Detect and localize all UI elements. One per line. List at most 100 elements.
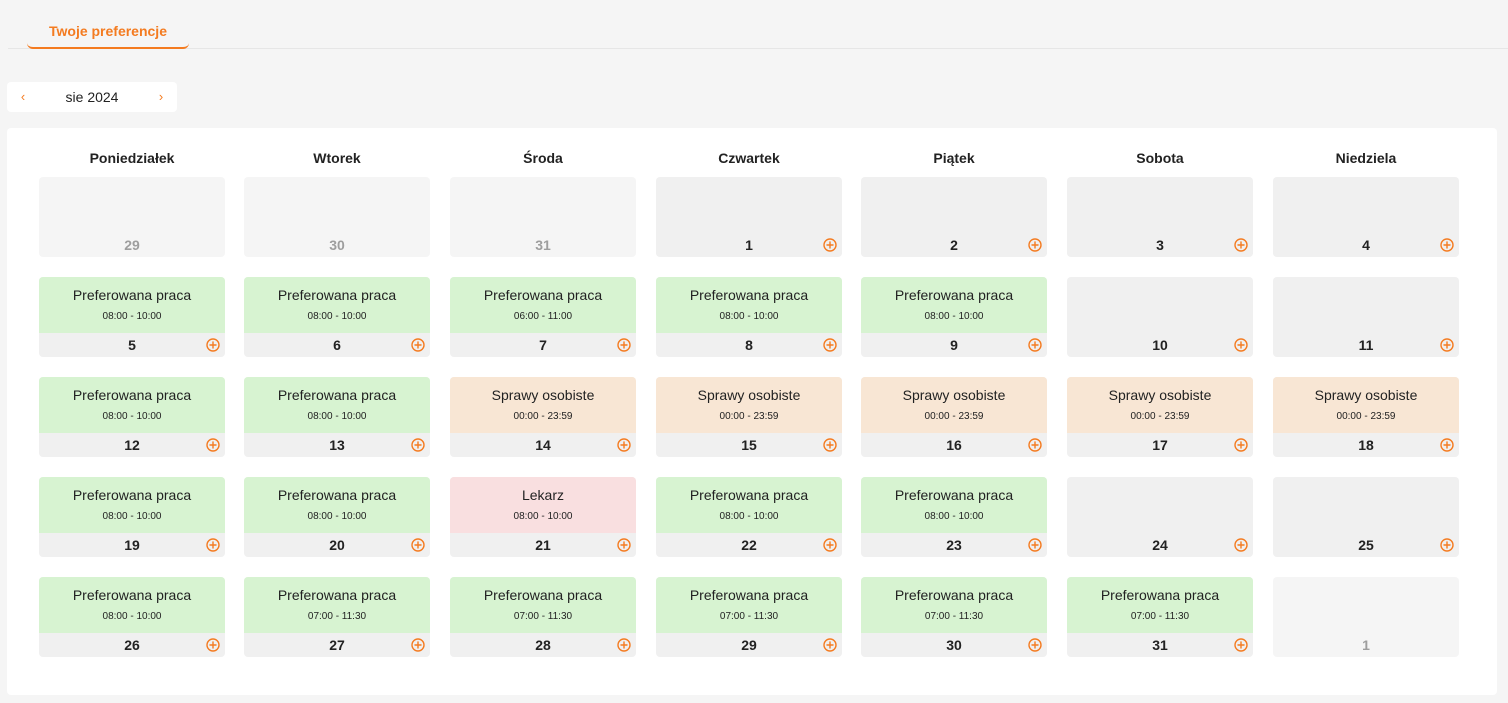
calendar-day[interactable]: Preferowana praca 08:00 - 10:00 20 — [244, 477, 430, 557]
add-circle-icon[interactable] — [411, 338, 425, 352]
add-circle-icon[interactable] — [1028, 238, 1042, 252]
add-circle-icon[interactable] — [823, 538, 837, 552]
calendar-day[interactable]: 11 — [1273, 277, 1459, 357]
preference-event[interactable]: Preferowana praca 07:00 - 11:30 — [1067, 577, 1253, 633]
preference-event[interactable]: Preferowana praca 07:00 - 11:30 — [656, 577, 842, 633]
event-title: Preferowana praca — [277, 487, 397, 503]
add-circle-icon[interactable] — [1440, 338, 1454, 352]
add-circle-icon[interactable] — [1028, 338, 1042, 352]
add-circle-icon[interactable] — [823, 438, 837, 452]
calendar-day[interactable]: Preferowana praca 08:00 - 10:00 13 — [244, 377, 430, 457]
event-title: Sprawy osobiste — [1314, 387, 1418, 403]
add-circle-icon[interactable] — [1028, 638, 1042, 652]
add-circle-icon[interactable] — [617, 538, 631, 552]
event-title: Sprawy osobiste — [697, 387, 801, 403]
calendar-day[interactable]: Preferowana praca 08:00 - 10:00 19 — [39, 477, 225, 557]
day-number: 2 — [950, 237, 958, 253]
add-circle-icon[interactable] — [617, 438, 631, 452]
add-circle-icon[interactable] — [617, 638, 631, 652]
day-number: 31 — [1152, 637, 1168, 653]
preference-event[interactable]: Preferowana praca 08:00 - 10:00 — [244, 377, 430, 433]
chevron-right-icon[interactable]: › — [155, 82, 167, 112]
calendar-day[interactable]: Preferowana praca 07:00 - 11:30 30 — [861, 577, 1047, 657]
calendar-day[interactable]: Sprawy osobiste 00:00 - 23:59 17 — [1067, 377, 1253, 457]
preference-event[interactable]: Sprawy osobiste 00:00 - 23:59 — [450, 377, 636, 433]
calendar-day[interactable]: Preferowana praca 08:00 - 10:00 8 — [656, 277, 842, 357]
add-circle-icon[interactable] — [1234, 538, 1248, 552]
tab-your-preferences[interactable]: Twoje preferencje — [27, 12, 189, 49]
preference-event[interactable]: Preferowana praca 08:00 - 10:00 — [656, 277, 842, 333]
calendar-day[interactable]: 24 — [1067, 477, 1253, 557]
calendar-day[interactable]: Preferowana praca 08:00 - 10:00 26 — [39, 577, 225, 657]
preference-event[interactable]: Preferowana praca 08:00 - 10:00 — [656, 477, 842, 533]
calendar-day[interactable]: Lekarz 08:00 - 10:00 21 — [450, 477, 636, 557]
event-time: 08:00 - 10:00 — [307, 511, 367, 522]
add-circle-icon[interactable] — [1440, 438, 1454, 452]
calendar-day[interactable]: 4 — [1273, 177, 1459, 257]
calendar-day[interactable]: Preferowana praca 08:00 - 10:00 22 — [656, 477, 842, 557]
add-circle-icon[interactable] — [1028, 538, 1042, 552]
preference-event[interactable]: Preferowana praca 08:00 - 10:00 — [244, 477, 430, 533]
preference-event[interactable]: Preferowana praca 08:00 - 10:00 — [861, 277, 1047, 333]
preference-event[interactable]: Lekarz 08:00 - 10:00 — [450, 477, 636, 533]
preference-event[interactable]: Preferowana praca 06:00 - 11:00 — [450, 277, 636, 333]
add-circle-icon[interactable] — [823, 638, 837, 652]
add-circle-icon[interactable] — [411, 538, 425, 552]
preference-event[interactable]: Preferowana praca 08:00 - 10:00 — [39, 377, 225, 433]
add-circle-icon[interactable] — [206, 538, 220, 552]
add-circle-icon[interactable] — [206, 338, 220, 352]
weekday-header: Niedziela — [1335, 150, 1397, 166]
calendar-day[interactable]: Preferowana praca 08:00 - 10:00 12 — [39, 377, 225, 457]
calendar-day[interactable]: 25 — [1273, 477, 1459, 557]
preference-event[interactable]: Preferowana praca 07:00 - 11:30 — [450, 577, 636, 633]
preference-event[interactable]: Preferowana praca 07:00 - 11:30 — [244, 577, 430, 633]
add-circle-icon[interactable] — [411, 438, 425, 452]
current-month-label: sie 2024 — [65, 89, 119, 105]
calendar-day[interactable]: Sprawy osobiste 00:00 - 23:59 16 — [861, 377, 1047, 457]
calendar-day[interactable]: 2 — [861, 177, 1047, 257]
preference-event[interactable]: Preferowana praca 08:00 - 10:00 — [39, 577, 225, 633]
add-circle-icon[interactable] — [1234, 638, 1248, 652]
preference-event[interactable]: Preferowana praca 08:00 - 10:00 — [861, 477, 1047, 533]
calendar-day[interactable]: 3 — [1067, 177, 1253, 257]
calendar-day[interactable]: Preferowana praca 06:00 - 11:00 7 — [450, 277, 636, 357]
add-circle-icon[interactable] — [1234, 238, 1248, 252]
add-circle-icon[interactable] — [1234, 338, 1248, 352]
add-circle-icon[interactable] — [1440, 238, 1454, 252]
add-circle-icon[interactable] — [206, 438, 220, 452]
preference-event[interactable]: Sprawy osobiste 00:00 - 23:59 — [861, 377, 1047, 433]
add-circle-icon[interactable] — [1028, 438, 1042, 452]
preference-event[interactable]: Preferowana praca 07:00 - 11:30 — [861, 577, 1047, 633]
calendar-day[interactable]: Sprawy osobiste 00:00 - 23:59 18 — [1273, 377, 1459, 457]
calendar-day[interactable]: 1 — [656, 177, 842, 257]
calendar-day[interactable]: Preferowana praca 08:00 - 10:00 5 — [39, 277, 225, 357]
event-title: Preferowana praca — [72, 387, 192, 403]
preference-event[interactable]: Preferowana praca 08:00 - 10:00 — [244, 277, 430, 333]
preference-event[interactable]: Sprawy osobiste 00:00 - 23:59 — [656, 377, 842, 433]
add-circle-icon[interactable] — [206, 638, 220, 652]
calendar-day[interactable]: Sprawy osobiste 00:00 - 23:59 14 — [450, 377, 636, 457]
add-circle-icon[interactable] — [411, 638, 425, 652]
weekday-header: Wtorek — [313, 150, 361, 166]
calendar-day[interactable]: Preferowana praca 07:00 - 11:30 29 — [656, 577, 842, 657]
calendar-day[interactable]: Preferowana praca 08:00 - 10:00 23 — [861, 477, 1047, 557]
preference-event[interactable]: Sprawy osobiste 00:00 - 23:59 — [1273, 377, 1459, 433]
add-circle-icon[interactable] — [1234, 438, 1248, 452]
add-circle-icon[interactable] — [823, 238, 837, 252]
chevron-left-icon[interactable]: ‹ — [17, 82, 29, 112]
event-title: Preferowana praca — [72, 287, 192, 303]
calendar-day-outside-month: 29 — [39, 177, 225, 257]
calendar-day[interactable]: Preferowana praca 07:00 - 11:30 31 — [1067, 577, 1253, 657]
calendar-day[interactable]: Sprawy osobiste 00:00 - 23:59 15 — [656, 377, 842, 457]
preference-event[interactable]: Preferowana praca 08:00 - 10:00 — [39, 277, 225, 333]
calendar-day[interactable]: Preferowana praca 08:00 - 10:00 9 — [861, 277, 1047, 357]
add-circle-icon[interactable] — [1440, 538, 1454, 552]
preference-event[interactable]: Preferowana praca 08:00 - 10:00 — [39, 477, 225, 533]
add-circle-icon[interactable] — [617, 338, 631, 352]
calendar-day[interactable]: Preferowana praca 07:00 - 11:30 27 — [244, 577, 430, 657]
preference-event[interactable]: Sprawy osobiste 00:00 - 23:59 — [1067, 377, 1253, 433]
add-circle-icon[interactable] — [823, 338, 837, 352]
calendar-day[interactable]: Preferowana praca 07:00 - 11:30 28 — [450, 577, 636, 657]
calendar-day[interactable]: 10 — [1067, 277, 1253, 357]
calendar-day[interactable]: Preferowana praca 08:00 - 10:00 6 — [244, 277, 430, 357]
